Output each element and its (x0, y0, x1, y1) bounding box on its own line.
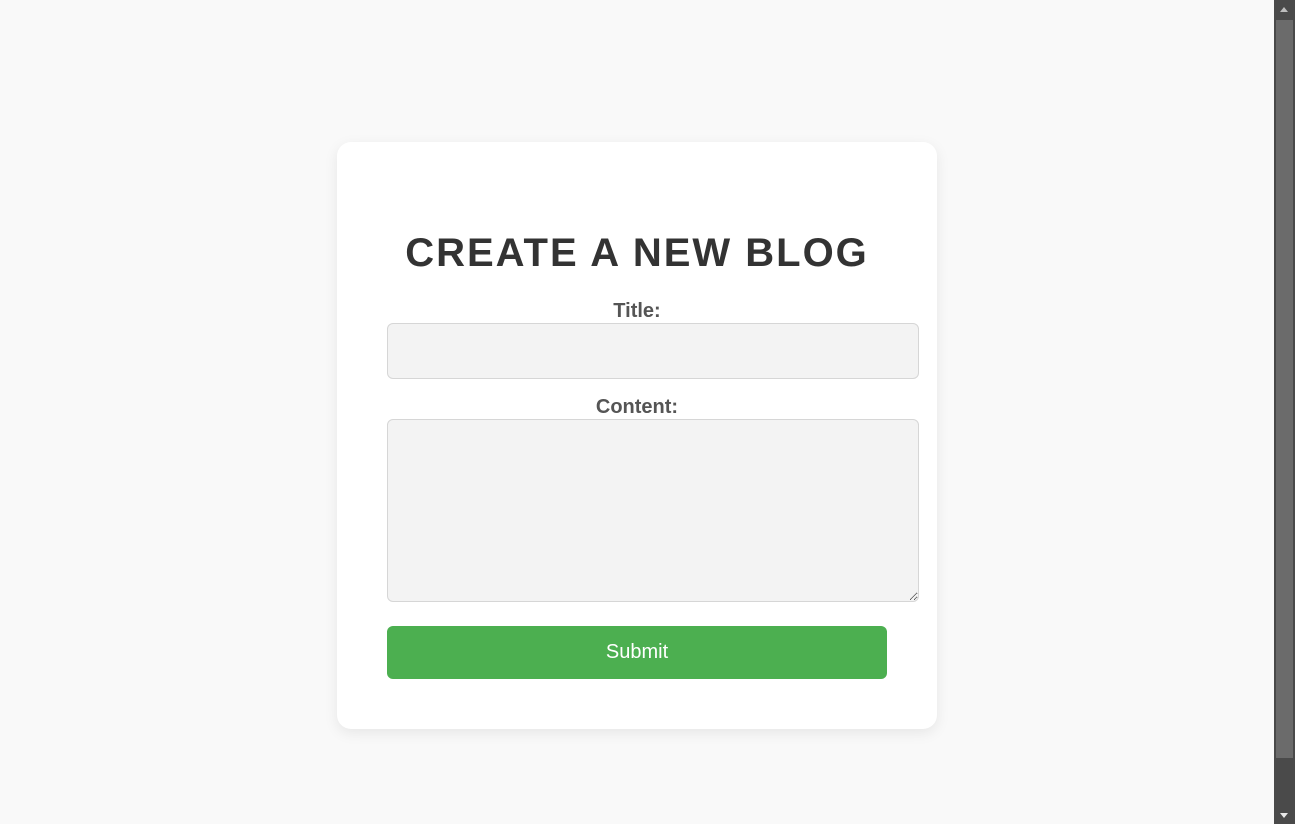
page-title: CREATE A NEW BLOG (405, 231, 869, 275)
page: CREATE A NEW BLOG Title: Content: Submit (0, 0, 1295, 824)
title-label: Title: (613, 300, 661, 322)
title-input[interactable] (387, 323, 919, 379)
content-textarea[interactable] (387, 419, 919, 602)
scroll-thumb[interactable] (1276, 20, 1293, 758)
content-label: Content: (595, 396, 679, 418)
scroll-down-button[interactable] (1274, 806, 1295, 824)
scroll-up-button[interactable] (1274, 0, 1295, 18)
vertical-scrollbar[interactable] (1274, 0, 1295, 824)
submit-button[interactable]: Submit (387, 626, 887, 679)
arrow-down-icon (1280, 813, 1288, 818)
arrow-up-icon (1280, 7, 1288, 12)
